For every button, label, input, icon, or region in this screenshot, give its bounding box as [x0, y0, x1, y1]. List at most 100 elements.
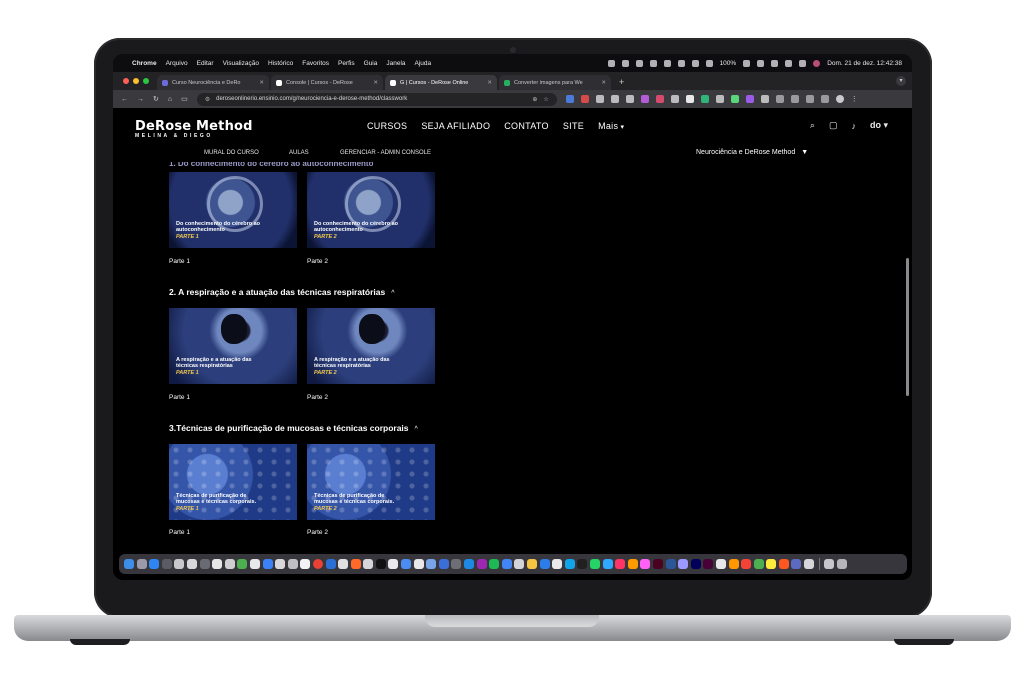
- app-icon[interactable]: [237, 559, 248, 569]
- trash-icon[interactable]: [836, 559, 847, 569]
- battery-icon[interactable]: [743, 59, 751, 67]
- extension-icon[interactable]: [625, 95, 634, 103]
- url-text[interactable]: deroseonlinerio.ensinio.com/g/neurocienc…: [216, 96, 526, 102]
- app-icon[interactable]: [476, 559, 487, 569]
- chevron-up-icon[interactable]: ^: [391, 290, 394, 297]
- browser-tab[interactable]: Converter imagens para We ✕: [499, 75, 611, 90]
- downloads-icon[interactable]: [824, 559, 835, 569]
- search-icon[interactable]: ⌕: [810, 120, 815, 131]
- status-icon[interactable]: [677, 59, 685, 67]
- extension-icon[interactable]: [610, 95, 619, 103]
- app-icon[interactable]: [564, 559, 575, 569]
- menu-app-name[interactable]: Chrome: [132, 60, 157, 67]
- app-icon[interactable]: [791, 559, 802, 569]
- lesson-label[interactable]: Parte 1: [169, 258, 190, 265]
- app-icon[interactable]: [589, 559, 600, 569]
- app-icon[interactable]: [186, 559, 197, 569]
- bell-icon[interactable]: ♪: [851, 121, 856, 131]
- app-icon[interactable]: [350, 559, 361, 569]
- status-icon[interactable]: [635, 59, 643, 67]
- app-icon[interactable]: [514, 559, 525, 569]
- status-icon[interactable]: [621, 59, 629, 67]
- extension-icon[interactable]: [715, 95, 724, 103]
- app-icon[interactable]: [388, 559, 399, 569]
- app-icon[interactable]: [527, 559, 537, 569]
- app-icon[interactable]: [753, 559, 764, 569]
- extensions-puzzle-icon[interactable]: [775, 95, 784, 103]
- app-icon[interactable]: [438, 559, 449, 569]
- browser-tab-active[interactable]: G | Cursos - DeRose Online ✕: [385, 75, 497, 90]
- app-icon[interactable]: [602, 559, 613, 569]
- app-icon[interactable]: [741, 559, 752, 569]
- wifi-icon[interactable]: [757, 59, 765, 67]
- site-info-icon[interactable]: ⚙: [205, 96, 210, 103]
- app-icon[interactable]: [640, 559, 651, 569]
- app-icon[interactable]: [287, 559, 298, 569]
- search-icon[interactable]: [785, 59, 793, 67]
- chevron-up-icon[interactable]: ^: [415, 426, 418, 433]
- lesson-thumbnail[interactable]: Técnicas de purificação de mucosas e téc…: [307, 444, 435, 520]
- menu-arquivo[interactable]: Arquivo: [166, 60, 188, 67]
- menu-janela[interactable]: Janela: [386, 60, 405, 67]
- app-icon[interactable]: [728, 559, 739, 569]
- siri-icon[interactable]: [813, 59, 821, 67]
- app-icon[interactable]: [249, 559, 260, 569]
- app-icon[interactable]: [690, 559, 701, 569]
- nav-mais[interactable]: Mais: [598, 121, 624, 131]
- extension-icon[interactable]: [700, 95, 709, 103]
- lesson-thumbnail[interactable]: A respiração e a atuação das técnicas re…: [169, 308, 297, 384]
- chrome-icon[interactable]: [312, 559, 323, 569]
- finder-icon[interactable]: [124, 559, 134, 569]
- menubar-clock[interactable]: Dom. 21 de dez. 12:42:38: [827, 60, 902, 67]
- profile-avatar-icon[interactable]: [835, 95, 844, 103]
- battery-percent[interactable]: 100%: [720, 60, 737, 67]
- menu-historico[interactable]: Histórico: [268, 60, 293, 67]
- split-view-icon[interactable]: ▭: [181, 95, 188, 103]
- download-icon[interactable]: [790, 95, 799, 103]
- app-icon[interactable]: [451, 559, 462, 569]
- extension-icon[interactable]: [685, 95, 694, 103]
- tab-close-icon[interactable]: ✕: [601, 80, 606, 86]
- status-icon[interactable]: [663, 59, 671, 67]
- app-icon[interactable]: [300, 559, 311, 569]
- chrome-menu-icon[interactable]: ⋮: [851, 95, 858, 103]
- extension-icon[interactable]: [565, 95, 574, 103]
- subnav-aulas[interactable]: AULAS: [289, 150, 309, 156]
- user-icon[interactable]: [771, 59, 779, 67]
- app-icon[interactable]: [678, 559, 689, 569]
- extension-icon[interactable]: [670, 95, 679, 103]
- menu-perfis[interactable]: Perfis: [338, 60, 355, 67]
- browser-tab[interactable]: Curso Neurociência e DeRo ✕: [157, 75, 269, 90]
- extension-icon[interactable]: [760, 95, 769, 103]
- app-store-icon[interactable]: [149, 559, 160, 569]
- tab-close-icon[interactable]: ✕: [259, 80, 264, 86]
- cart-icon[interactable]: ▢: [829, 120, 838, 131]
- site-logo[interactable]: DeRose Method MELINA & DIEGO: [135, 119, 253, 139]
- app-icon[interactable]: [363, 559, 374, 569]
- subnav-mural[interactable]: MURAL DO CURSO: [204, 150, 259, 156]
- app-icon[interactable]: [174, 559, 185, 569]
- app-icon[interactable]: [665, 559, 676, 569]
- extension-icon[interactable]: [730, 95, 739, 103]
- app-icon[interactable]: [325, 559, 336, 569]
- maximize-window-icon[interactable]: [143, 78, 149, 84]
- app-icon[interactable]: [224, 559, 235, 569]
- translate-icon[interactable]: ⊕: [532, 96, 537, 103]
- lesson-label[interactable]: Parte 2: [307, 529, 328, 536]
- app-icon[interactable]: [161, 559, 172, 569]
- app-icon[interactable]: [627, 559, 638, 569]
- menu-visualizacao[interactable]: Visualização: [223, 60, 259, 67]
- app-icon[interactable]: [199, 559, 210, 569]
- app-icon[interactable]: [804, 559, 815, 569]
- close-window-icon[interactable]: [123, 78, 129, 84]
- app-icon[interactable]: [715, 559, 726, 569]
- lesson-thumbnail[interactable]: Técnicas de purificação de mucosas e téc…: [169, 444, 297, 520]
- section-title[interactable]: 2. A respiração e a atuação das técnicas…: [169, 287, 395, 297]
- cast-icon[interactable]: [805, 95, 814, 103]
- extension-icon[interactable]: [655, 95, 664, 103]
- lesson-label[interactable]: Parte 1: [169, 529, 190, 536]
- app-icon[interactable]: [464, 559, 475, 569]
- extension-icon[interactable]: [640, 95, 649, 103]
- app-icon[interactable]: [577, 559, 588, 569]
- lesson-label[interactable]: Parte 2: [307, 258, 328, 265]
